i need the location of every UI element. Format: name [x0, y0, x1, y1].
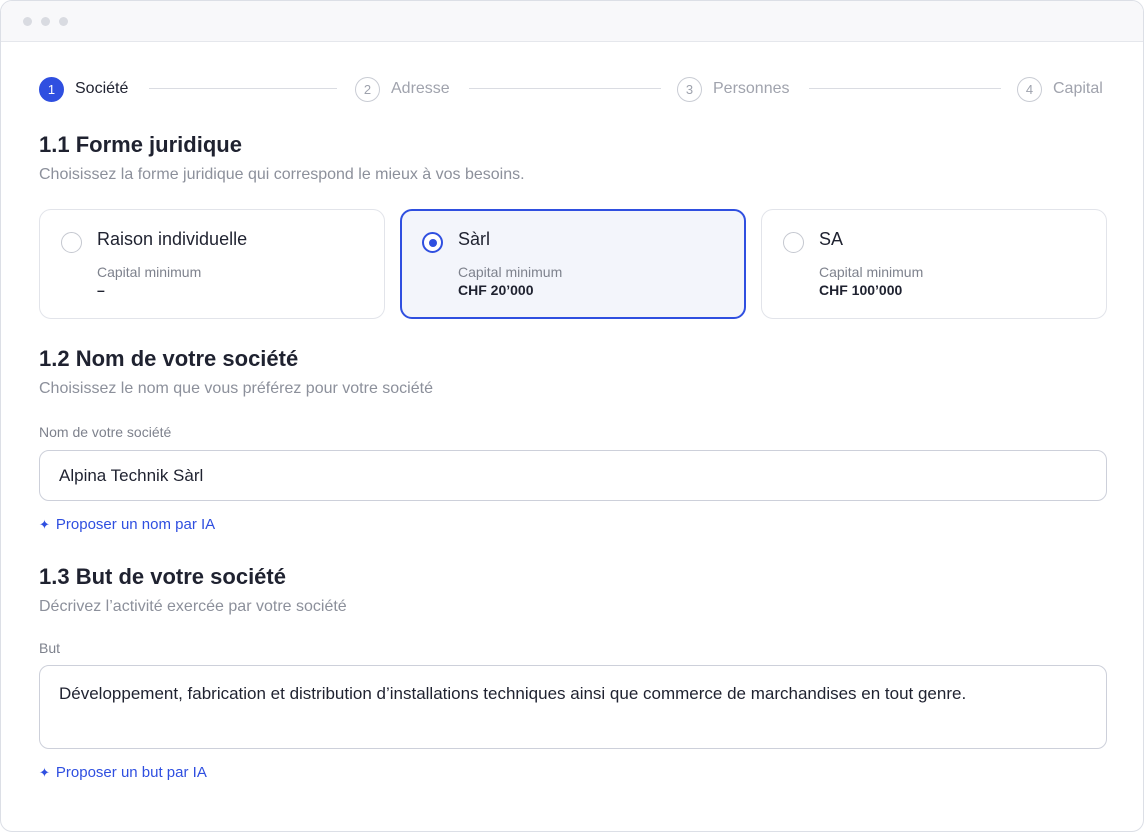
option-name: SA [819, 229, 844, 249]
company-name-title: 1.2 Nom de votre société [39, 346, 299, 371]
step-number: 4 [1017, 76, 1042, 102]
company-name-input[interactable] [39, 450, 1107, 501]
step-label: Adresse [391, 80, 450, 97]
capital-label: Capital minimum [819, 264, 924, 280]
app-window: 1 Société 2 Adresse 3 Personnes 4 Capita… [0, 0, 1144, 832]
legal-form-title: 1.1 Forme juridique [39, 132, 242, 157]
radio-button[interactable] [61, 232, 82, 253]
radio-button-selected[interactable] [422, 232, 443, 253]
window-dot-icon [23, 17, 32, 26]
legal-form-option-sarl[interactable]: Sàrl Capital minimum CHF 20’000 [400, 209, 746, 319]
suggest-purpose-ai-link[interactable]: ✦ Proposer un but par IA [39, 764, 207, 781]
step-capital[interactable]: 4 Capital [1017, 75, 1103, 103]
radio-button[interactable] [783, 232, 804, 253]
capital-label: Capital minimum [97, 264, 202, 280]
company-name-field-label: Nom de votre société [39, 424, 172, 440]
step-connector [469, 88, 661, 89]
capital-label: Capital minimum [458, 264, 563, 280]
option-name: Raison individuelle [97, 229, 248, 249]
purpose-field-label: But [39, 640, 61, 656]
step-number: 1 [39, 76, 64, 102]
window-titlebar [1, 1, 1143, 42]
sparkle-icon: ✦ [39, 516, 50, 532]
purpose-subtitle: Décrivez l’activité exercée par votre so… [39, 598, 347, 615]
step-personnes[interactable]: 3 Personnes [677, 75, 790, 103]
progress-stepper: 1 Société 2 Adresse 3 Personnes 4 Capita… [39, 75, 1107, 103]
window-dot-icon [41, 17, 50, 26]
capital-value: – [97, 282, 105, 298]
company-name-subtitle: Choisissez le nom que vous préférez pour… [39, 380, 433, 397]
purpose-textarea[interactable]: Développement, fabrication et distributi… [39, 665, 1107, 749]
suggest-purpose-ai-label: Proposer un but par IA [55, 764, 207, 781]
step-number: 3 [677, 76, 702, 102]
step-societe[interactable]: 1 Société [39, 75, 128, 103]
option-name: Sàrl [458, 229, 491, 249]
capital-value: CHF 100’000 [819, 282, 903, 298]
step-number: 2 [355, 76, 380, 102]
step-label: Personnes [713, 80, 790, 97]
legal-form-subtitle: Choisissez la forme juridique qui corres… [39, 166, 525, 183]
window-dot-icon [59, 17, 68, 26]
step-connector [149, 88, 337, 89]
step-adresse[interactable]: 2 Adresse [355, 75, 450, 103]
step-connector [809, 88, 1001, 89]
legal-form-option-sa[interactable]: SA Capital minimum CHF 100’000 [761, 209, 1107, 319]
legal-form-option-raison-individuelle[interactable]: Raison individuelle Capital minimum – [39, 209, 385, 319]
purpose-title: 1.3 But de votre société [39, 564, 286, 589]
capital-value: CHF 20’000 [458, 282, 534, 298]
step-label: Société [75, 80, 129, 97]
suggest-name-ai-label: Proposer un nom par IA [55, 516, 216, 533]
step-label: Capital [1053, 80, 1103, 97]
sparkle-icon: ✦ [39, 764, 50, 780]
suggest-name-ai-link[interactable]: ✦ Proposer un nom par IA [39, 516, 215, 533]
